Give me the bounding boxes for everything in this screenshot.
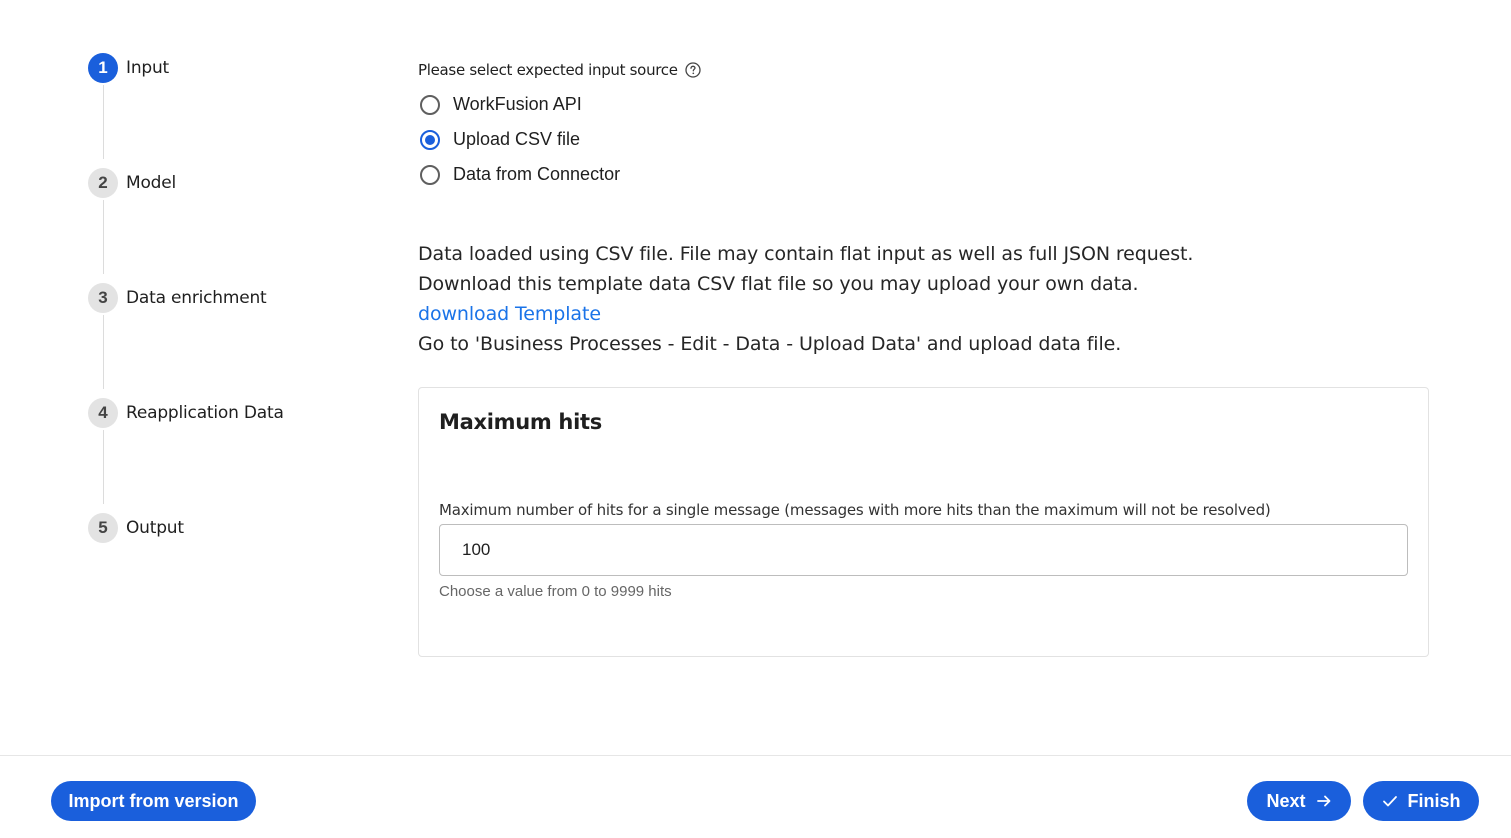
radio-upload-csv-file[interactable]: Upload CSV file [418,122,1429,157]
radio-button[interactable] [420,129,440,150]
step-connector [103,315,104,389]
max-hits-field-label: Maximum number of hits for a single mess… [439,501,1271,519]
step-data-enrichment[interactable]: 3 Data enrichment [88,283,267,313]
step-label: Input [126,58,170,78]
download-template-link[interactable]: download Template [418,303,601,325]
import-from-version-button[interactable]: Import from version [51,781,256,821]
step-number: 3 [88,283,118,313]
max-hits-hint: Choose a value from 0 to 9999 hits [439,583,672,600]
radio-button[interactable] [420,164,440,185]
step-label: Data enrichment [126,288,267,308]
step-output[interactable]: 5 Output [88,513,184,543]
radio-label: WorkFusion API [453,94,582,114]
step-connector [103,85,104,159]
radio-label: Upload CSV file [453,129,581,149]
stepper: 1 Input 2 Model 3 Data enrichment 4 Reap… [88,53,388,553]
footer-bar: Import from version Next Finish [0,755,1511,838]
radio-data-from-connector[interactable]: Data from Connector [418,157,1429,192]
button-label: Import from version [68,790,239,811]
main-content: Please select expected input source Work… [418,60,1429,657]
step-number: 4 [88,398,118,428]
step-label: Reapplication Data [126,403,284,423]
step-number: 2 [88,168,118,198]
input-source-label: Please select expected input source [418,61,678,79]
step-label: Model [126,173,177,193]
input-source-heading: Please select expected input source [418,60,1429,80]
step-connector [103,430,104,504]
max-hits-input[interactable] [439,524,1408,576]
button-label: Finish [1407,790,1461,811]
csv-description: Data loaded using CSV file. File may con… [418,239,1429,359]
step-label: Output [126,518,184,538]
step-number: 5 [88,513,118,543]
step-model[interactable]: 2 Model [88,168,176,198]
radio-label: Data from Connector [453,164,621,184]
finish-button[interactable]: Finish [1363,781,1479,821]
maximum-hits-card: Maximum hits Maximum number of hits for … [418,387,1429,657]
step-number: 1 [88,53,118,83]
step-reapplication-data[interactable]: 4 Reapplication Data [88,398,284,428]
description-line: Go to 'Business Processes - Edit - Data … [418,333,1122,355]
step-connector [103,200,104,274]
check-icon [1382,793,1398,809]
card-title: Maximum hits [439,410,602,434]
radio-button[interactable] [420,94,440,115]
button-label: Next [1266,790,1306,811]
radio-workfusion-api[interactable]: WorkFusion API [418,87,1429,122]
input-source-radio-group: WorkFusion API Upload CSV file Data from… [418,87,1429,192]
help-circle-icon[interactable] [685,62,701,78]
description-line: Data loaded using CSV file. File may con… [418,243,1194,265]
description-line: Download this template data CSV flat fil… [418,273,1139,295]
step-input[interactable]: 1 Input [88,53,169,83]
arrow-right-icon [1316,793,1332,809]
next-button[interactable]: Next [1247,781,1351,821]
